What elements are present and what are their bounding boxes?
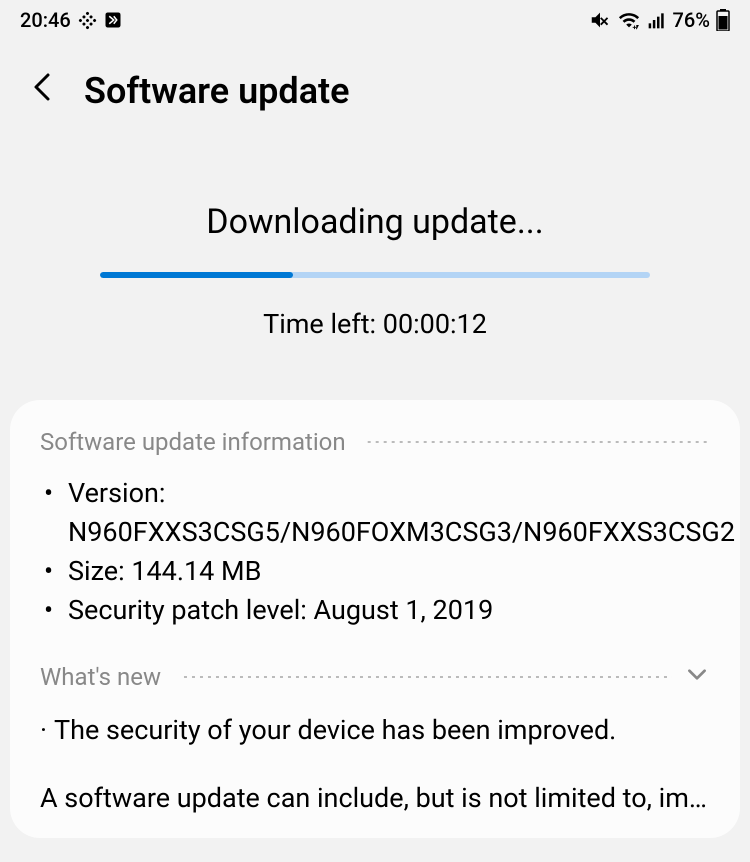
wifi-icon [617,9,641,31]
status-bar: 20:46 76% [0,0,750,40]
call-forward-icon [104,11,122,29]
download-section: Downloading update... Time left: 00:00:1… [0,132,750,400]
app-grid-icon [81,14,94,27]
status-bar-right: 76% [589,8,730,32]
status-time: 20:46 [20,8,71,32]
info-section-title: Software update information [40,428,346,456]
update-info-list: Version: N960FXXS3CSG5/N960FOXM3CSG3/N96… [40,474,710,631]
battery-icon [716,9,730,31]
app-header: Software update [0,40,750,132]
list-item: Security patch level: August 1, 2019 [40,591,710,630]
whats-new-header[interactable]: What's new [40,661,710,693]
back-button[interactable] [30,70,54,112]
divider-dots [364,441,710,443]
chevron-down-icon [684,661,710,693]
info-section-header: Software update information [40,428,710,456]
divider-dots [179,676,672,678]
signal-icon [647,10,667,30]
list-item: Size: 144.14 MB [40,552,710,591]
download-progress-bar [100,272,650,278]
whats-new-title: What's new [40,663,161,691]
download-status-text: Downloading update... [50,202,700,242]
update-info-card: Software update information Version: N96… [10,400,740,838]
download-progress-fill [100,272,293,278]
status-bar-left: 20:46 [20,8,122,32]
update-description: A software update can include, but is no… [40,780,710,818]
page-title: Software update [84,70,350,112]
whats-new-item: The security of your device has been imp… [40,711,710,750]
mute-vibrate-icon [589,9,611,31]
list-item: Version: N960FXXS3CSG5/N960FOXM3CSG3/N96… [40,474,710,552]
download-time-left: Time left: 00:00:12 [50,308,700,340]
battery-percent: 76% [673,8,710,32]
